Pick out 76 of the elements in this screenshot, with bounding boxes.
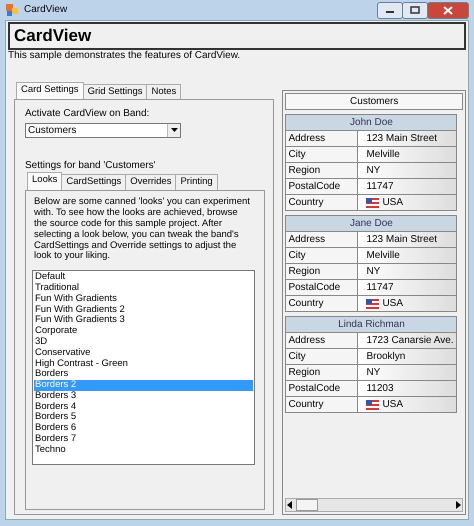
card-title: John Doe <box>286 115 456 130</box>
list-item[interactable]: High Contrast - Green <box>34 358 253 370</box>
flag-icon <box>366 198 380 208</box>
list-item[interactable]: Traditional <box>34 282 253 294</box>
field-label: Address <box>286 333 358 348</box>
list-item[interactable]: Fun With Gradients 2 <box>34 304 253 316</box>
card-title: Linda Richman <box>286 317 456 332</box>
field-label: PostalCode <box>286 381 358 396</box>
field-label: Address <box>286 232 358 247</box>
flag-icon <box>366 400 380 410</box>
list-item[interactable]: Corporate <box>34 326 253 337</box>
maximize-button[interactable] <box>402 2 428 18</box>
field-label: City <box>286 349 358 364</box>
field-label: Address <box>286 131 358 146</box>
list-item[interactable]: Borders 6 <box>34 423 253 434</box>
field-value: 123 Main Street <box>358 232 456 247</box>
card-view-header: Customers <box>285 92 463 110</box>
field-value: 11747 <box>358 179 456 194</box>
field-value: USA <box>382 297 403 311</box>
list-item[interactable]: Techno <box>34 444 253 456</box>
scroll-right-icon[interactable] <box>454 501 462 509</box>
tab[interactable]: Card Settings <box>16 82 84 100</box>
list-item[interactable]: Conservative <box>34 348 253 358</box>
field-value: 1723 Canarsie Ave. <box>358 333 456 348</box>
close-icon <box>443 6 453 14</box>
scroll-thumb[interactable] <box>296 499 318 511</box>
tab[interactable]: Printing <box>175 174 218 190</box>
list-item[interactable]: Borders 3 <box>34 390 253 402</box>
flag-icon <box>366 298 380 308</box>
list-item[interactable]: Borders 5 <box>34 412 253 424</box>
field-value: USA <box>382 398 403 412</box>
section-label: Settings for band 'Customers' <box>25 160 157 172</box>
list-item[interactable]: Borders 7 <box>34 434 253 445</box>
close-button[interactable] <box>427 2 469 18</box>
field-label: City <box>286 248 358 263</box>
list-item[interactable]: Fun With Gradients <box>34 294 253 305</box>
field-label: Region <box>286 163 358 178</box>
field-value: USA <box>382 196 403 210</box>
list-item[interactable]: Default <box>34 272 253 283</box>
field-label: Region <box>286 264 358 279</box>
list-item[interactable]: Borders 4 <box>34 402 253 412</box>
field-value: NY <box>358 264 456 279</box>
list-item[interactable]: Fun With Gradients 3 <box>34 315 253 326</box>
horizontal-scrollbar[interactable] <box>285 498 463 512</box>
field-label: PostalCode <box>286 179 358 194</box>
field-value: Brooklyn <box>358 349 456 364</box>
field-value: Melville <box>358 248 456 263</box>
looks-description: Below are some canned 'looks' you can experiment with. To see how the looks are achieved, browse the source code for this sample project. After selecting a look below, you can tweak the band's CardSettings and Override settings to adjust the look to your liking. <box>34 197 251 262</box>
field-label: Country <box>286 296 358 311</box>
field-label: Country <box>286 397 358 412</box>
minimize-button[interactable] <box>377 2 403 18</box>
window-title: CardView <box>24 4 68 16</box>
field-value: NY <box>358 163 456 178</box>
field-label: City <box>286 147 358 162</box>
tab[interactable]: Notes <box>146 84 182 100</box>
field-value: NY <box>358 365 456 380</box>
field-label: PostalCode <box>286 280 358 295</box>
field-value: 11203 <box>358 381 456 396</box>
page-heading: CardView <box>8 22 466 50</box>
app-icon <box>5 3 19 17</box>
field-value: 123 Main Street <box>358 131 456 146</box>
band-dropdown[interactable]: Customers <box>25 122 181 138</box>
field-value: Melville <box>358 147 456 162</box>
tab[interactable]: Looks <box>27 172 62 190</box>
field-label: Region <box>286 365 358 380</box>
list-item[interactable]: 3D <box>34 336 253 348</box>
field-label: Country <box>286 195 358 210</box>
scroll-left-icon[interactable] <box>286 501 294 509</box>
maximize-icon <box>410 6 420 14</box>
field-label: Activate CardView on Band: <box>25 108 150 120</box>
list-item[interactable]: Borders <box>34 369 253 380</box>
card-title: Jane Doe <box>286 216 456 231</box>
dropdown-arrow-icon <box>170 128 178 132</box>
description-text: This sample demonstrates the features of CardView. <box>8 50 242 62</box>
tab[interactable]: Overrides <box>125 174 176 190</box>
field-value: 11747 <box>358 280 456 295</box>
